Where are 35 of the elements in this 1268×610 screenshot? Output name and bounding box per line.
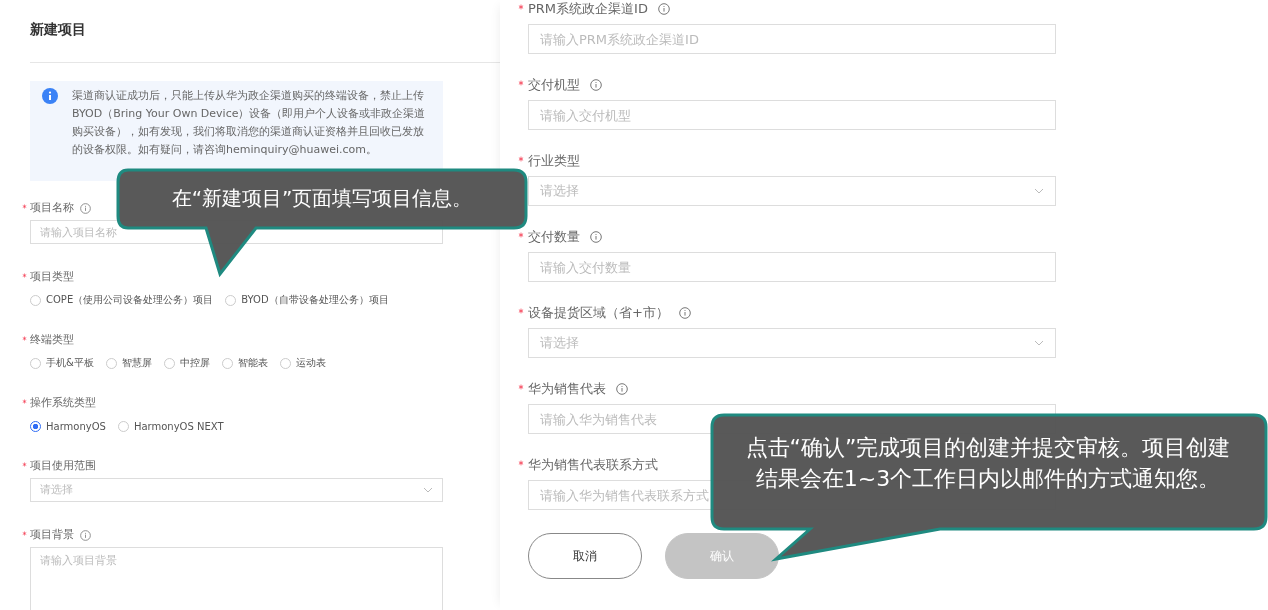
radio-option[interactable]: 运动表 (279, 356, 326, 370)
field-label: 交付数量 (528, 228, 580, 246)
radio-option[interactable]: 智能表 (221, 356, 268, 370)
field-label: 行业类型 (528, 152, 580, 170)
field-label: 华为销售代表联系方式 (528, 456, 658, 474)
chevron-down-icon (1034, 340, 1044, 346)
input-field[interactable]: 请输入交付数量 (528, 252, 1056, 282)
radio-option[interactable]: BYOD（自带设备处理公务）项目 (225, 293, 389, 307)
field-label: 华为销售代表 (528, 380, 606, 398)
radio-option[interactable]: HarmonyOS (30, 420, 106, 432)
text-area[interactable]: 请输入项目背景 (30, 547, 443, 610)
field-label: PRM系统政企渠道ID (528, 0, 648, 18)
input-field[interactable]: 请输入PRM系统政企渠道ID (528, 24, 1056, 54)
chevron-down-icon (423, 487, 433, 493)
input-field[interactable]: 请输入交付机型 (528, 100, 1056, 130)
radio-option[interactable]: HarmonyOS NEXT (117, 420, 224, 432)
field-label: 设备提货区域（省+市） (528, 304, 669, 322)
field-label: 项目类型 (30, 270, 74, 284)
cancel-button[interactable]: 取消 (528, 533, 642, 579)
field-label: 操作系统类型 (30, 396, 96, 410)
field-label: 项目背景 (30, 528, 74, 542)
field-label: 项目使用范围 (30, 459, 96, 473)
radio-option[interactable]: COPE（使用公司设备处理公务）项目 (30, 293, 214, 307)
tooltip-text: 点击“确认”完成项目的创建并提交审核。项目创建结果会在1~3个工作日内以邮件的方式通知您。 (744, 434, 1232, 493)
page-title: 新建项目 (30, 20, 87, 39)
field-label: 项目名称 (30, 201, 74, 215)
field-label: 交付机型 (528, 76, 580, 94)
field-label: 终端类型 (30, 333, 74, 347)
info-icon (42, 88, 58, 104)
tooltip-text: 在“新建项目”页面填写项目信息。 (170, 185, 474, 212)
notice-text: 渠道商认证成功后，只能上传从华为政企渠道购买的终端设备，禁止上传BYOD（Bring Your Own Device）设备（即用户个人设备或非政企渠道购买设备），如有发现，我们将取消您的渠道商认证资格并且回收已发放的设备权限。如有疑问，请咨询heminquiry@huawei.com。 (72, 88, 427, 158)
radio-option[interactable]: 智慧屏 (105, 356, 152, 370)
chevron-down-icon (1034, 188, 1044, 194)
radio-option[interactable]: 手机&平板 (30, 356, 94, 370)
radio-option[interactable]: 中控屏 (163, 356, 210, 370)
